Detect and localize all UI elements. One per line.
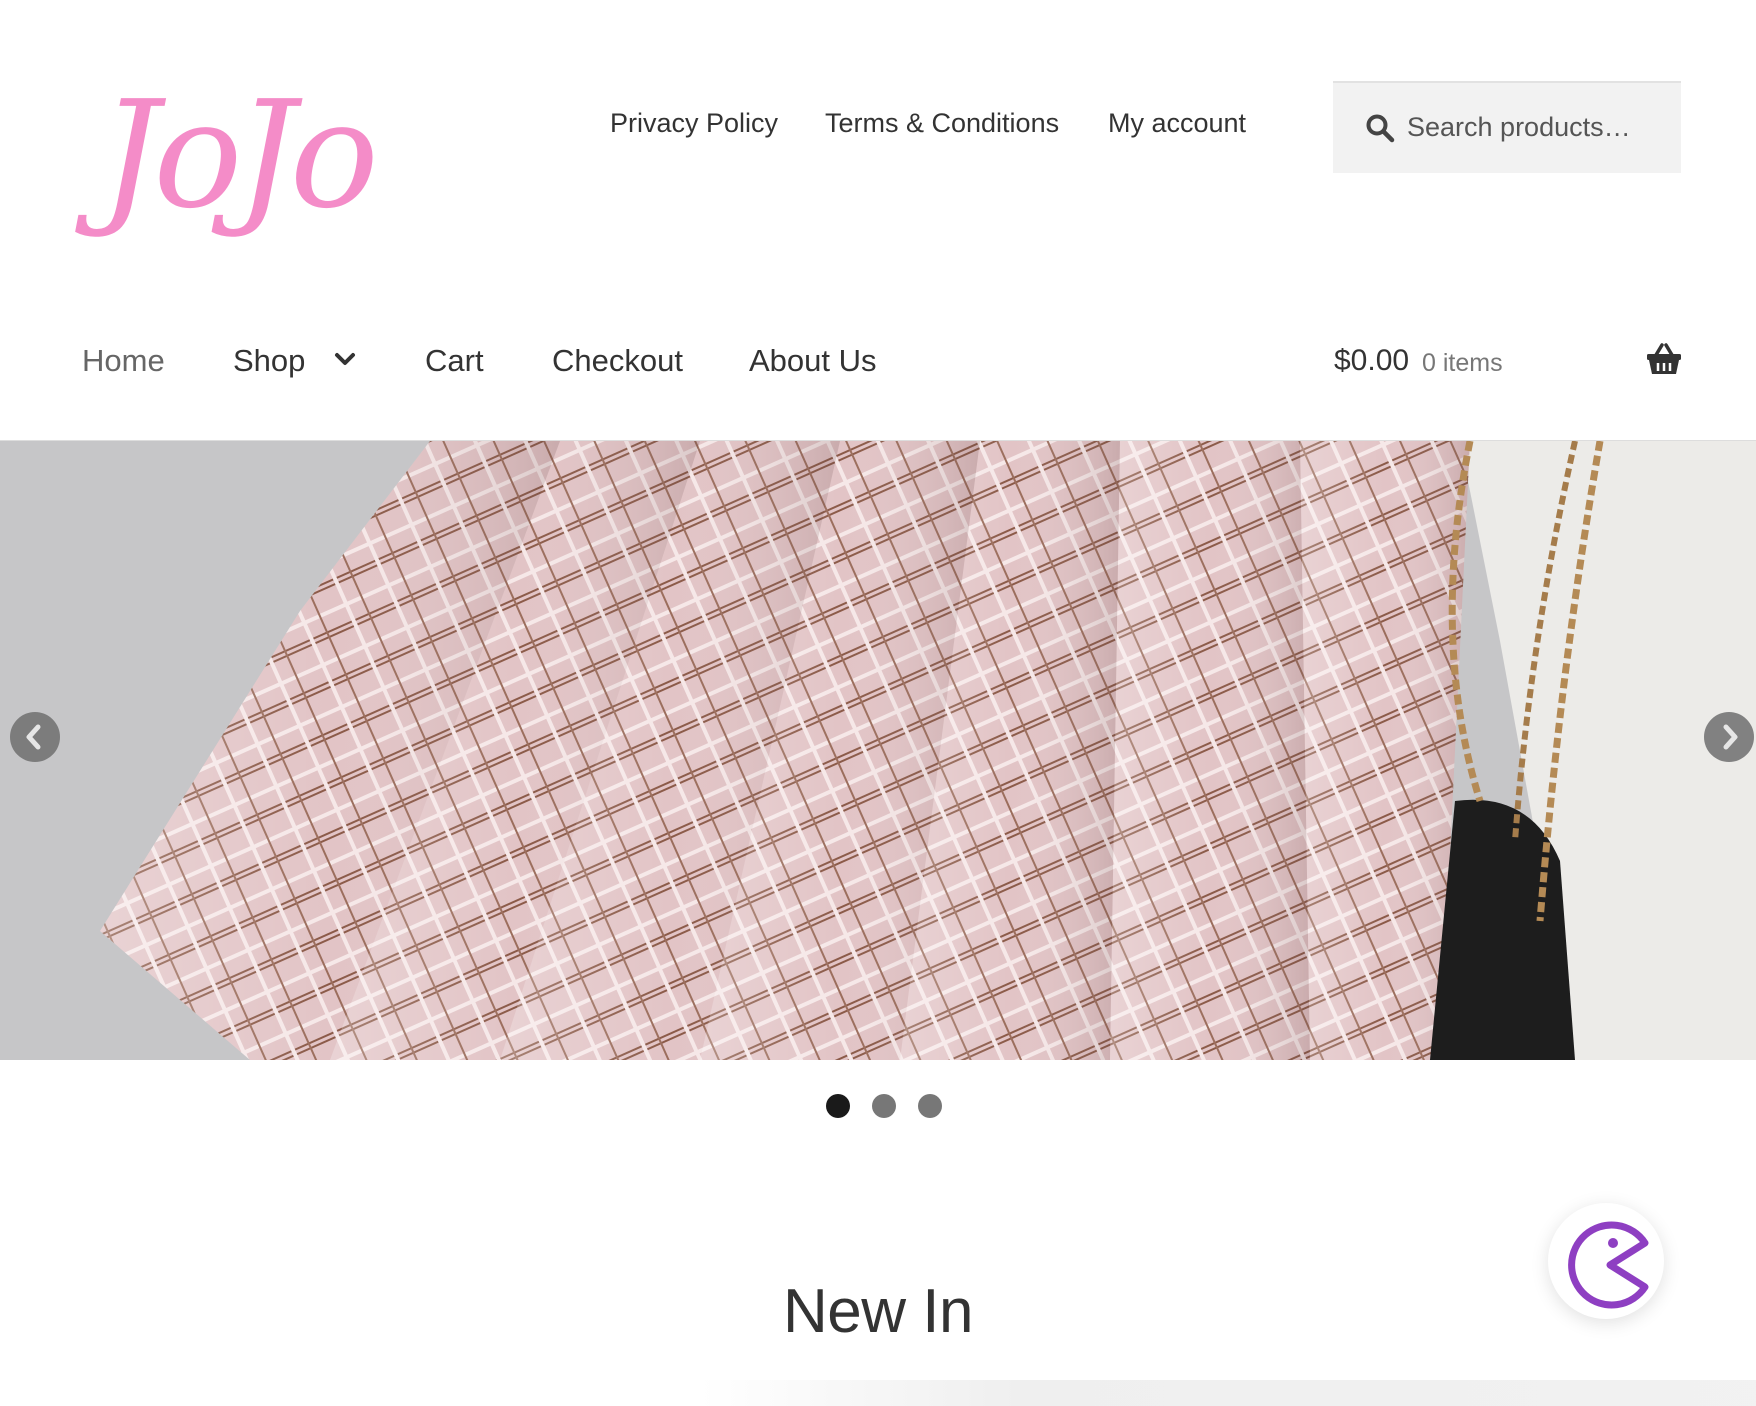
arrow-left-icon xyxy=(26,724,41,750)
privacy-policy-link[interactable]: Privacy Policy xyxy=(610,108,778,139)
hero-image xyxy=(0,441,1756,1060)
content-card-edge xyxy=(700,1380,1756,1406)
hero-slider[interactable] xyxy=(0,440,1756,1060)
product-search xyxy=(1333,81,1681,173)
arrow-right-icon xyxy=(1723,724,1738,750)
chat-widget-button[interactable] xyxy=(1548,1203,1664,1319)
basket-icon[interactable] xyxy=(1646,342,1682,376)
search-input[interactable] xyxy=(1407,105,1669,149)
slider-dot-1[interactable] xyxy=(826,1094,850,1118)
chevron-down-icon[interactable] xyxy=(333,351,357,369)
cart-total[interactable]: $0.00 xyxy=(1334,344,1409,378)
nav-about-us[interactable]: About Us xyxy=(749,343,877,379)
nav-shop[interactable]: Shop xyxy=(233,343,305,379)
cart-item-count[interactable]: 0 items xyxy=(1422,349,1503,378)
nav-checkout[interactable]: Checkout xyxy=(552,343,683,379)
slider-dot-3[interactable] xyxy=(918,1094,942,1118)
nav-home[interactable]: Home xyxy=(82,343,165,379)
search-icon[interactable] xyxy=(1365,113,1395,143)
terms-conditions-link[interactable]: Terms & Conditions xyxy=(825,108,1059,139)
slider-dot-2[interactable] xyxy=(872,1094,896,1118)
slider-prev-button[interactable] xyxy=(10,712,60,762)
my-account-link[interactable]: My account xyxy=(1108,108,1246,139)
nav-cart[interactable]: Cart xyxy=(425,343,484,379)
slider-next-button[interactable] xyxy=(1704,712,1754,762)
site-logo[interactable]: JoJo xyxy=(100,60,430,250)
section-title: New In xyxy=(783,1277,973,1346)
chat-icon xyxy=(1568,1221,1649,1309)
